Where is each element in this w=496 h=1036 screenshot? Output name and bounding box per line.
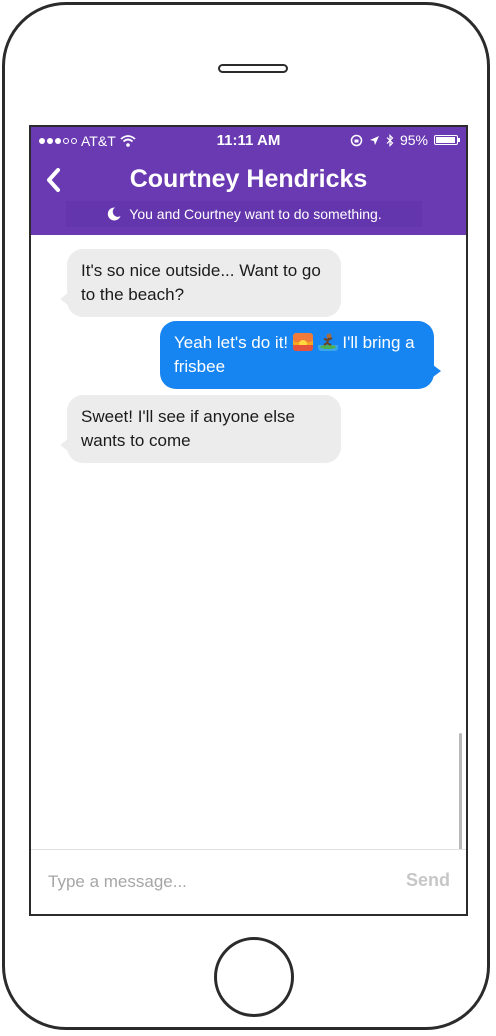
shared-status-text: You and Courtney want to do something. [129,206,382,222]
send-button[interactable]: Send [406,870,450,891]
rotation-lock-icon [350,134,363,146]
battery-icon [434,135,460,145]
battery-percent: 95% [399,132,428,148]
home-button[interactable] [214,937,294,1017]
message-bubble-incoming[interactable]: It's so nice outside... Want to go to th… [60,249,341,317]
sunrise-emoji [292,333,313,351]
message-bubble-outgoing[interactable]: Yeah let's do it! I'll bring a frisbee [160,321,441,389]
conversation-header: Courtney Hendricks You and Courtney want… [31,155,466,235]
screen: AT&T 11:11 AM 95% Courtney Hendricks You… [29,125,468,916]
moon-icon [108,207,121,221]
status-bar: AT&T 11:11 AM 95% [31,127,466,155]
message-text: It's so nice outside... Want to go to th… [81,261,321,304]
surfer-emoji [317,333,338,351]
location-icon [369,135,379,145]
phone-speaker [218,64,288,73]
bluetooth-icon [386,133,394,147]
message-text: Sweet! I'll see if anyone else wants to … [81,407,295,450]
message-bubble-incoming[interactable]: Sweet! I'll see if anyone else wants to … [60,395,341,463]
shared-status-banner: You and Courtney want to do something. [66,201,422,227]
contact-name: Courtney Hendricks [129,165,368,193]
message-composer: Send [31,849,466,914]
message-list[interactable]: It's so nice outside... Want to go to th… [31,235,466,914]
message-input[interactable] [48,870,348,894]
message-text: Yeah let's do it! [174,333,289,352]
